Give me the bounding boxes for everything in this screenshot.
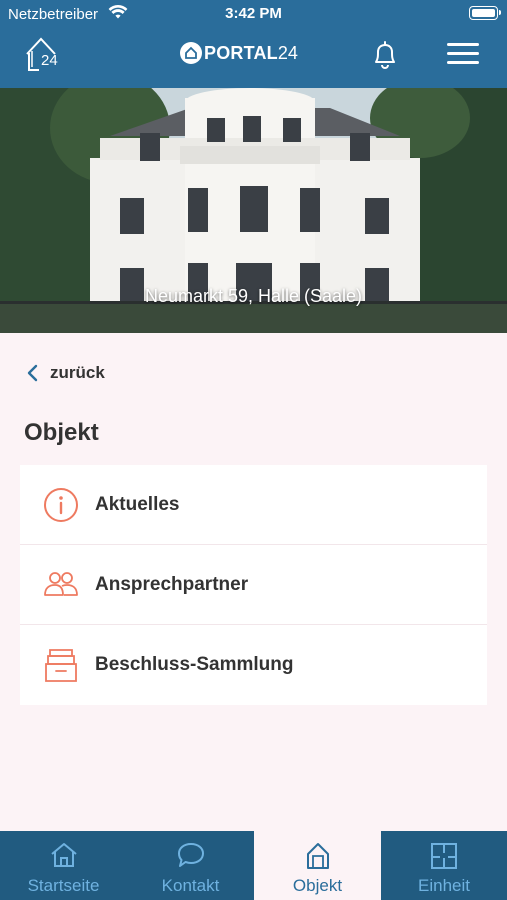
chat-bubble-icon [177,843,204,867]
floorplan-icon [431,843,457,869]
building-icon [306,843,329,869]
brand-name: PORTAL [204,42,278,63]
tab-startseite[interactable]: Startseite [0,831,127,900]
app-header: Netzbetreiber 3:42 PM 24 PORTAL 24 [0,0,507,88]
menu-item-label: Ansprechpartner [95,573,249,595]
status-bar: Netzbetreiber 3:42 PM [0,0,507,28]
tab-label: Objekt [292,876,343,895]
brand-suffix: 24 [277,42,298,63]
notification-bell-icon[interactable] [368,38,402,72]
menu-item-label: Aktuelles [95,493,180,515]
menu-item-beschluss-sammlung[interactable]: Beschluss-Sammlung [20,625,487,705]
chevron-left-icon [27,364,38,382]
page-title: Objekt [24,419,99,446]
object-menu-list: Aktuelles Ansprechpartner Beschluss-Samm… [20,465,487,705]
hamburger-menu-icon[interactable] [447,43,479,64]
tab-kontakt[interactable]: Kontakt [127,831,254,900]
menu-item-ansprechpartner[interactable]: Ansprechpartner [20,545,487,625]
battery-icon [469,6,501,20]
property-address: Neumarkt 59, Halle (Saale) [144,286,363,306]
tab-objekt[interactable]: Objekt [254,831,381,900]
tab-label: Startseite [27,876,100,895]
back-label: zurück [50,363,105,382]
brand-logo: PORTAL 24 [180,42,298,64]
menu-item-aktuelles[interactable]: Aktuelles [20,465,487,545]
tab-label: Einheit [418,876,470,895]
menu-item-label: Beschluss-Sammlung [95,654,294,675]
info-icon [44,488,78,522]
back-button[interactable]: zurück [26,363,105,383]
archive-drawer-icon [45,649,77,682]
bottom-tab-bar: Startseite Kontakt Objekt Einheit [0,831,507,900]
clock: 3:42 PM [225,5,282,22]
logo-number: 24 [41,52,58,69]
home-icon [50,843,77,867]
property-hero-image: Neumarkt 59, Halle (Saale) [0,88,507,333]
people-icon [44,572,78,596]
tab-einheit[interactable]: Einheit [381,831,507,900]
portal-home-logo[interactable]: 24 [26,36,62,77]
brand-house-icon [180,42,202,64]
tab-label: Kontakt [161,876,220,895]
